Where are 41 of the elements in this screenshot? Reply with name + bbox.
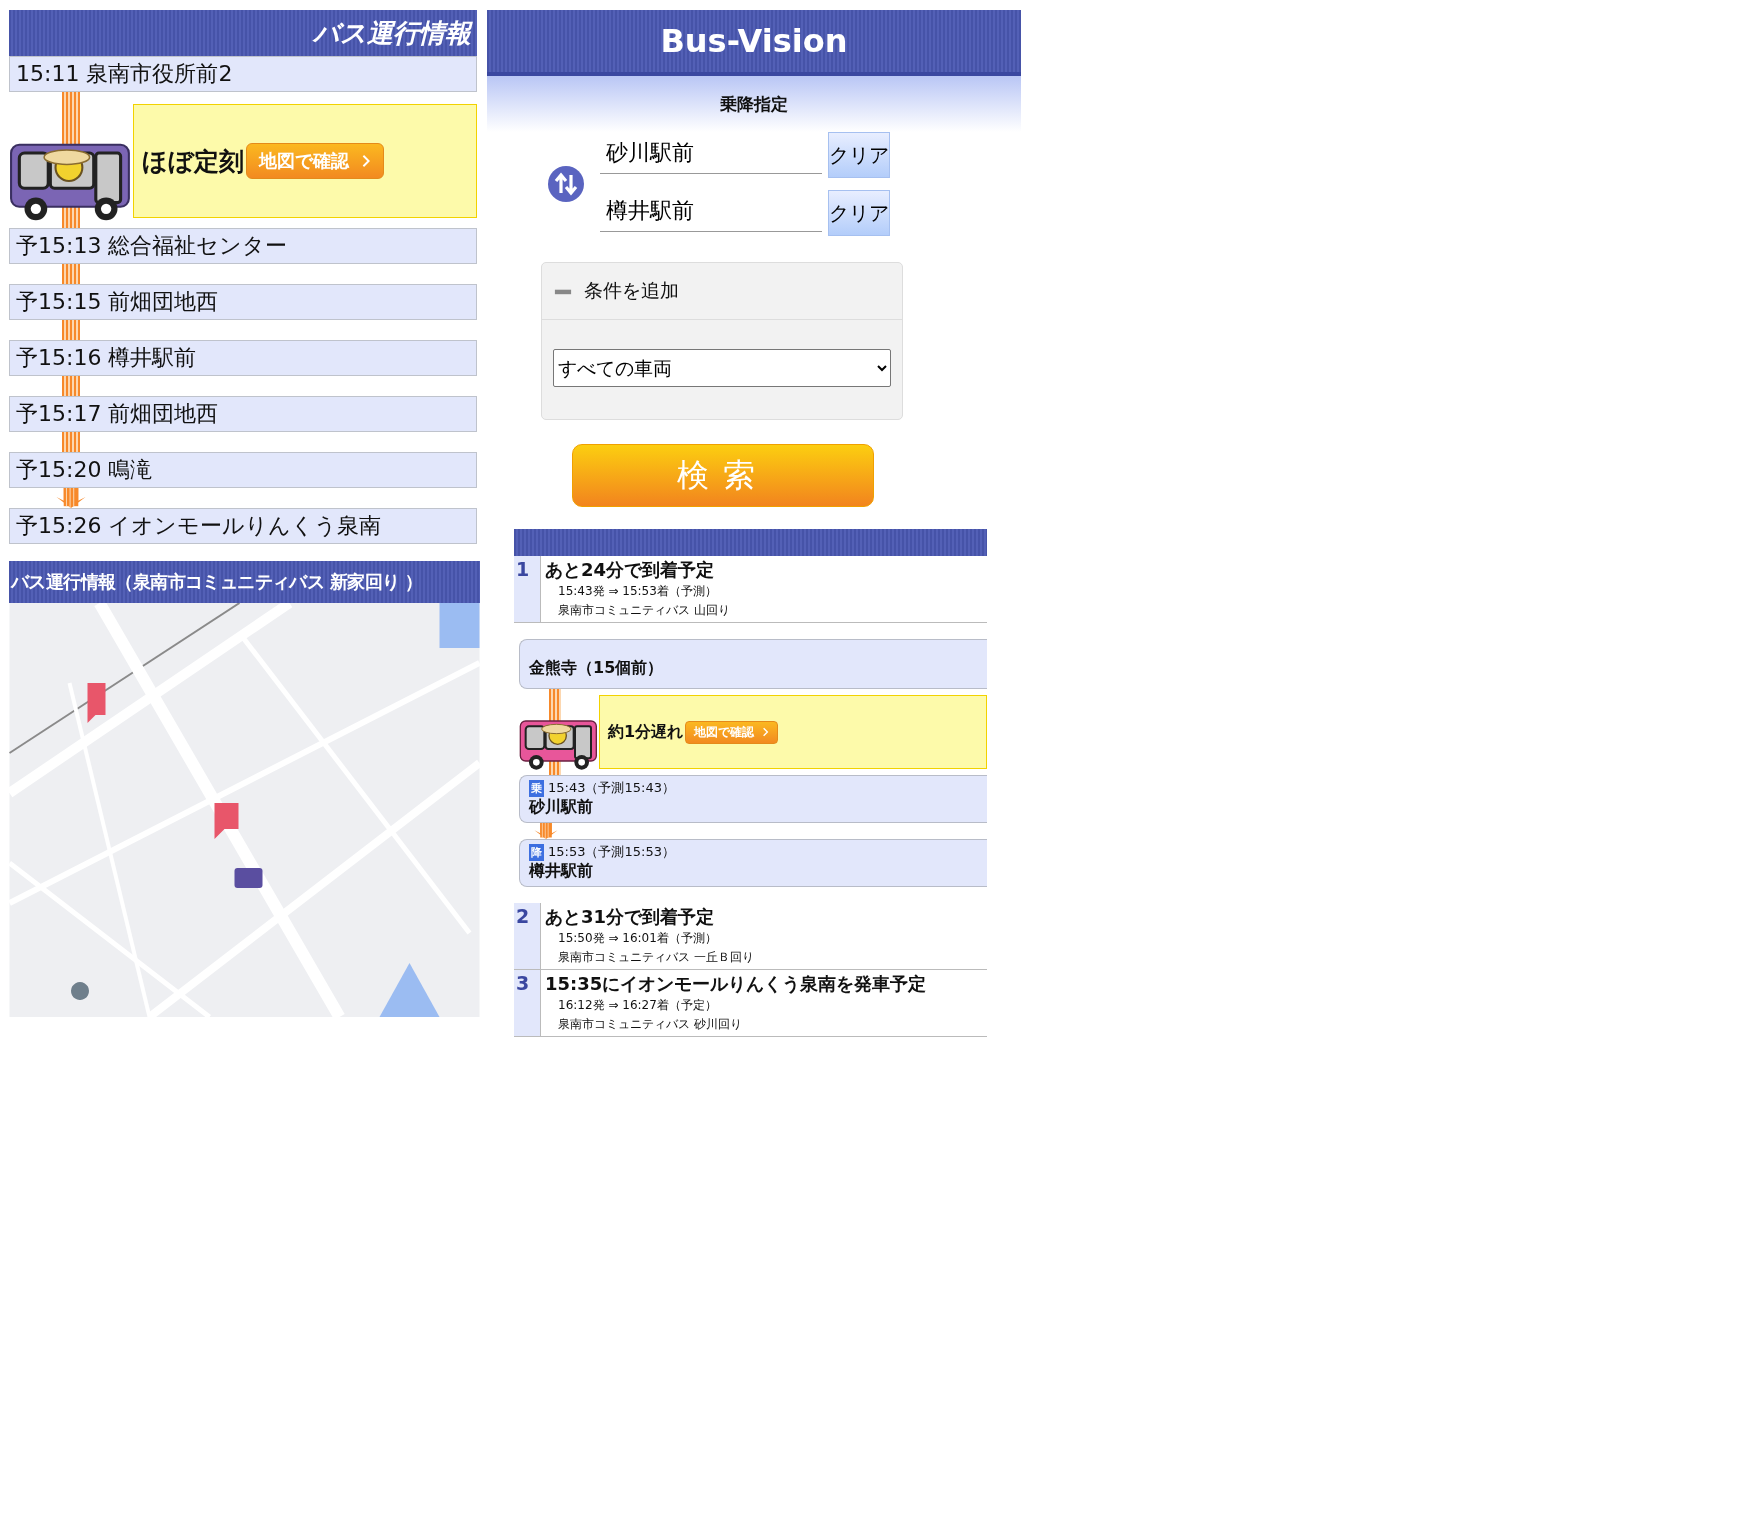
result-number: 3 [514,970,541,1036]
conditions-toggle[interactable]: 条件を追加 [584,278,679,304]
clear-button[interactable]: クリア [828,190,890,236]
result-headline[interactable]: あと24分で到着予定 [545,558,730,582]
panel-title: バス運行情報 [313,16,474,50]
stop-row: 予15:20 鳴滝 [9,452,477,488]
status-text: 約1分遅れ [608,721,684,743]
stop-row: 予15:15 前畑団地西 [9,284,477,320]
result-times: 15:50発 ⇒ 16:01着（予測） [557,930,718,947]
vehicle-select[interactable]: すべての車両 [553,349,891,387]
logo: Bus-Vision [660,22,848,60]
swap-icon [548,166,584,202]
status-text: ほぼ定刻 [142,145,244,178]
result-headline[interactable]: 15:35にイオンモールりんくう泉南を発車予定 [545,972,927,996]
result-number: 1 [514,556,541,622]
stop-row: 予15:13 総合福祉センター [9,228,477,264]
clear-button[interactable]: クリア [828,132,890,178]
result-number: 2 [514,903,541,969]
result-headline[interactable]: あと31分で到着予定 [545,905,754,929]
stop-time: 15:53（予測15:53） [548,843,675,861]
stop-badge: 降 [529,843,544,861]
stop-row: 予15:26 イオンモールりんくう泉南 [9,508,477,544]
route-name: 泉南市コミュニティバス 一丘Ｂ回り [557,949,754,966]
stop-name: 砂川駅前 [529,797,594,818]
result-times: 16:12発 ⇒ 16:27着（予定） [557,997,718,1014]
stop-row: 予15:16 樽井駅前 [9,340,477,376]
chevron-right-icon [762,727,770,737]
route-name: 泉南市コミュニティバス 山回り [557,602,730,619]
chevron-right-icon [361,154,371,168]
section-title: 乗降指定 [720,92,788,116]
stop-name: 樽井駅前 [529,861,594,882]
stop-time: 15:43（予測15:43） [548,779,675,797]
bus-icon [519,717,599,773]
current-stop: 金熊寺（15個前） [519,639,987,689]
stop-row: 15:11 泉南市役所前2 [9,56,477,92]
stop-row: 予15:17 前畑団地西 [9,396,477,432]
result-times: 15:43発 ⇒ 15:53着（予測） [557,583,718,600]
route-name: 泉南市コミュニティバス 砂川回り [557,1016,743,1033]
panel-title: バス運行情報（泉南市コミュニティバス 新家回り ） [9,570,423,594]
stop-badge: 乗 [529,779,544,797]
route-arrow [533,823,559,839]
